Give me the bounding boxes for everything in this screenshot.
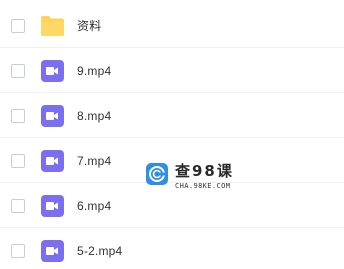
video-icon xyxy=(40,149,65,172)
watermark-url: CHA.98KE.COM xyxy=(175,182,231,190)
row-checkbox[interactable] xyxy=(11,243,25,258)
video-icon xyxy=(40,194,65,217)
row-checkbox[interactable] xyxy=(11,18,25,33)
file-row-folder[interactable]: 资料 xyxy=(0,4,344,48)
file-row-video[interactable]: 5-2.mp4 xyxy=(0,229,344,269)
file-row-video[interactable]: 9.mp4 xyxy=(0,49,344,93)
file-name[interactable]: 8.mp4 xyxy=(77,109,111,123)
file-row-video[interactable]: 8.mp4 xyxy=(0,94,344,138)
file-name[interactable]: 7.mp4 xyxy=(77,154,111,168)
row-checkbox[interactable] xyxy=(11,108,25,123)
file-name[interactable]: 5-2.mp4 xyxy=(77,244,122,258)
video-icon xyxy=(40,59,65,82)
video-icon xyxy=(40,239,65,262)
row-checkbox[interactable] xyxy=(11,153,25,168)
row-checkbox[interactable] xyxy=(11,198,25,213)
watermark: 查98课 CHA.98KE.COM xyxy=(145,160,255,194)
video-icon xyxy=(40,104,65,127)
file-name[interactable]: 9.mp4 xyxy=(77,64,111,78)
file-list: 资料 9.mp4 8.mp4 7.mp4 6.mp4 5-2.mp4 查98课 … xyxy=(0,0,344,269)
row-checkbox[interactable] xyxy=(11,63,25,78)
watermark-title: 查98课 xyxy=(175,162,234,180)
file-name[interactable]: 6.mp4 xyxy=(77,199,111,213)
folder-icon xyxy=(40,15,65,37)
file-name[interactable]: 资料 xyxy=(77,17,101,34)
watermark-logo-icon xyxy=(145,162,169,186)
